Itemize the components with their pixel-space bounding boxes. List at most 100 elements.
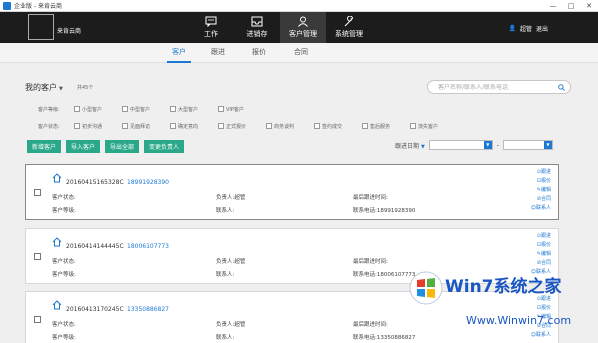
customer-id[interactable]: 20160414144445C xyxy=(66,243,124,250)
customer-count: 共45个 xyxy=(77,85,94,91)
edit-link[interactable]: ✎编辑 xyxy=(537,186,551,194)
nav-label: 客户管理 xyxy=(289,30,317,38)
change-owner-button[interactable]: 变更负责人 xyxy=(144,140,185,153)
date-from-input[interactable]: ▼ xyxy=(428,140,493,150)
watermark-title: Win7系统之家 xyxy=(445,277,562,297)
contract-link[interactable]: ⊘合同 xyxy=(537,195,551,203)
date-separator: - xyxy=(496,141,499,149)
status-option[interactable]: 见面拜访 xyxy=(122,123,160,130)
level-option[interactable]: VIP客户 xyxy=(218,106,256,113)
minimize-button[interactable]: — xyxy=(544,0,562,12)
nav-item-system-management[interactable]: 系统管理 xyxy=(326,12,372,43)
owner-field: 负责人:超管 xyxy=(216,322,246,328)
customer-phone[interactable]: 18006107773 xyxy=(127,243,169,250)
filter-level-row: 客户等级: 小型客户 中型客户 大型客户 VIP客户 xyxy=(38,104,266,114)
nav-label: 工作 xyxy=(204,30,218,38)
user-icon: 👤 xyxy=(508,25,516,32)
user-name[interactable]: 超管 xyxy=(520,24,532,33)
search-icon[interactable] xyxy=(558,84,565,91)
chevron-down-icon: ▼ xyxy=(420,143,425,150)
dropdown-arrow-icon: ▼ xyxy=(483,141,492,149)
quote-link[interactable]: ⊡报价 xyxy=(537,177,551,185)
export-all-button[interactable]: 导出全部 xyxy=(105,140,140,153)
status-field-label: 客户状态: xyxy=(52,259,76,265)
level-field-label: 客户等级: xyxy=(52,272,76,278)
nav-label: 进销存 xyxy=(246,30,268,38)
brand-name: 来肯云商 xyxy=(57,28,82,35)
contact-phone-field: 联系电话:18991928390 xyxy=(353,208,416,214)
date-to-input[interactable]: ▼ xyxy=(502,140,553,150)
home-icon xyxy=(52,300,62,310)
window-title: 企业版 - 来肯云商 xyxy=(14,3,62,10)
level-option[interactable]: 小型客户 xyxy=(74,106,112,113)
owner-field: 负责人:超管 xyxy=(216,259,246,265)
contact-field-label: 联系人: xyxy=(216,208,235,214)
logout-link[interactable]: 退出 xyxy=(536,24,548,33)
nav-item-customer-management[interactable]: 客户管理 xyxy=(280,12,326,43)
nav-item-inventory[interactable]: 进销存 xyxy=(234,12,280,43)
watermark: Win7系统之家 Www.Winwin7.com xyxy=(400,262,598,343)
nav-item-work[interactable]: 工作 xyxy=(188,12,234,43)
company-logo xyxy=(28,14,54,40)
select-checkbox[interactable] xyxy=(34,316,41,323)
customer-id[interactable]: 20160415165328C xyxy=(66,179,124,186)
watermark-url: Www.Winwin7.com xyxy=(466,314,572,327)
edit-link[interactable]: ✎编辑 xyxy=(537,250,551,258)
level-field-label: 客户等级: xyxy=(52,208,76,214)
status-option[interactable]: 签约成交 xyxy=(314,123,352,130)
close-button[interactable]: ✕ xyxy=(580,0,598,12)
owner-field: 负责人:超管 xyxy=(216,195,246,201)
status-option[interactable]: 售后服务 xyxy=(362,123,400,130)
my-customers-dropdown[interactable]: 我的客户 ▼ xyxy=(25,82,63,93)
status-option[interactable]: 流失客户 xyxy=(410,123,448,130)
customer-id[interactable]: 20160413170245C xyxy=(66,306,124,313)
follow-up-link[interactable]: ⊙跟进 xyxy=(537,168,551,176)
my-customers-title: 我的客户 xyxy=(25,83,57,92)
home-icon xyxy=(52,173,62,183)
status-field-label: 客户状态: xyxy=(52,322,76,328)
tab-quote[interactable]: 报价 xyxy=(247,43,271,63)
wrench-icon xyxy=(344,16,354,27)
contact-field-label: 联系人: xyxy=(216,335,235,341)
app-logo-icon xyxy=(3,1,11,10)
status-option[interactable]: 确定意向 xyxy=(170,123,208,130)
sort-dropdown[interactable]: 跟进日期 ▼ xyxy=(395,141,425,150)
tab-follow-up[interactable]: 跟进 xyxy=(206,43,230,63)
person-icon xyxy=(298,16,308,27)
search-box xyxy=(427,80,571,94)
window-title-bar: 企业版 - 来肯云商 — □ ✕ xyxy=(0,0,598,12)
follow-up-link[interactable]: ⊙跟进 xyxy=(537,232,551,240)
contact-field-label: 联系人: xyxy=(216,272,235,278)
last-follow-label: 最后跟进时间: xyxy=(353,322,388,328)
tab-contract[interactable]: 合同 xyxy=(289,43,313,63)
status-field-label: 客户状态: xyxy=(52,195,76,201)
level-option[interactable]: 中型客户 xyxy=(122,106,160,113)
contacts-link[interactable]: ☺联系人 xyxy=(531,204,551,212)
customer-card: 20160415165328C 18991928390 客户状态: 客户等级: … xyxy=(25,164,559,220)
action-buttons: 新增客户 导入客户 导出全部 变更负责人 xyxy=(27,140,185,153)
level-label: 客户等级: xyxy=(38,106,60,113)
select-checkbox[interactable] xyxy=(34,253,41,260)
status-option[interactable]: 商务谈判 xyxy=(266,123,304,130)
status-label: 客户状态: xyxy=(38,123,60,130)
tab-customers[interactable]: 客户 xyxy=(167,43,191,63)
tray-icon xyxy=(251,16,263,27)
customer-phone[interactable]: 18991928390 xyxy=(127,179,169,186)
status-option[interactable]: 正式报价 xyxy=(218,123,256,130)
maximize-button[interactable]: □ xyxy=(562,0,580,12)
import-customer-button[interactable]: 导入客户 xyxy=(66,140,101,153)
customer-phone[interactable]: 13350886827 xyxy=(127,306,169,313)
nav-label: 系统管理 xyxy=(335,30,363,38)
sort-area: 跟进日期 ▼ ▼ - ▼ xyxy=(395,140,553,150)
quote-link[interactable]: ⊡报价 xyxy=(537,241,551,249)
select-checkbox[interactable] xyxy=(34,189,41,196)
filter-status-row: 客户状态: 初步沟通 见面拜访 确定意向 正式报价 商务谈判 签约成交 售后服务… xyxy=(38,121,458,131)
level-option[interactable]: 大型客户 xyxy=(170,106,208,113)
card-actions: ⊙跟进 ⊡报价 ✎编辑 ⊘合同 ☺联系人 xyxy=(531,168,551,212)
add-customer-button[interactable]: 新增客户 xyxy=(27,140,62,153)
chat-icon xyxy=(205,16,217,27)
dropdown-arrow-icon: ▼ xyxy=(543,141,552,149)
status-option[interactable]: 初步沟通 xyxy=(74,123,112,130)
search-input[interactable] xyxy=(438,83,558,91)
last-follow-label: 最后跟进时间: xyxy=(353,259,388,265)
